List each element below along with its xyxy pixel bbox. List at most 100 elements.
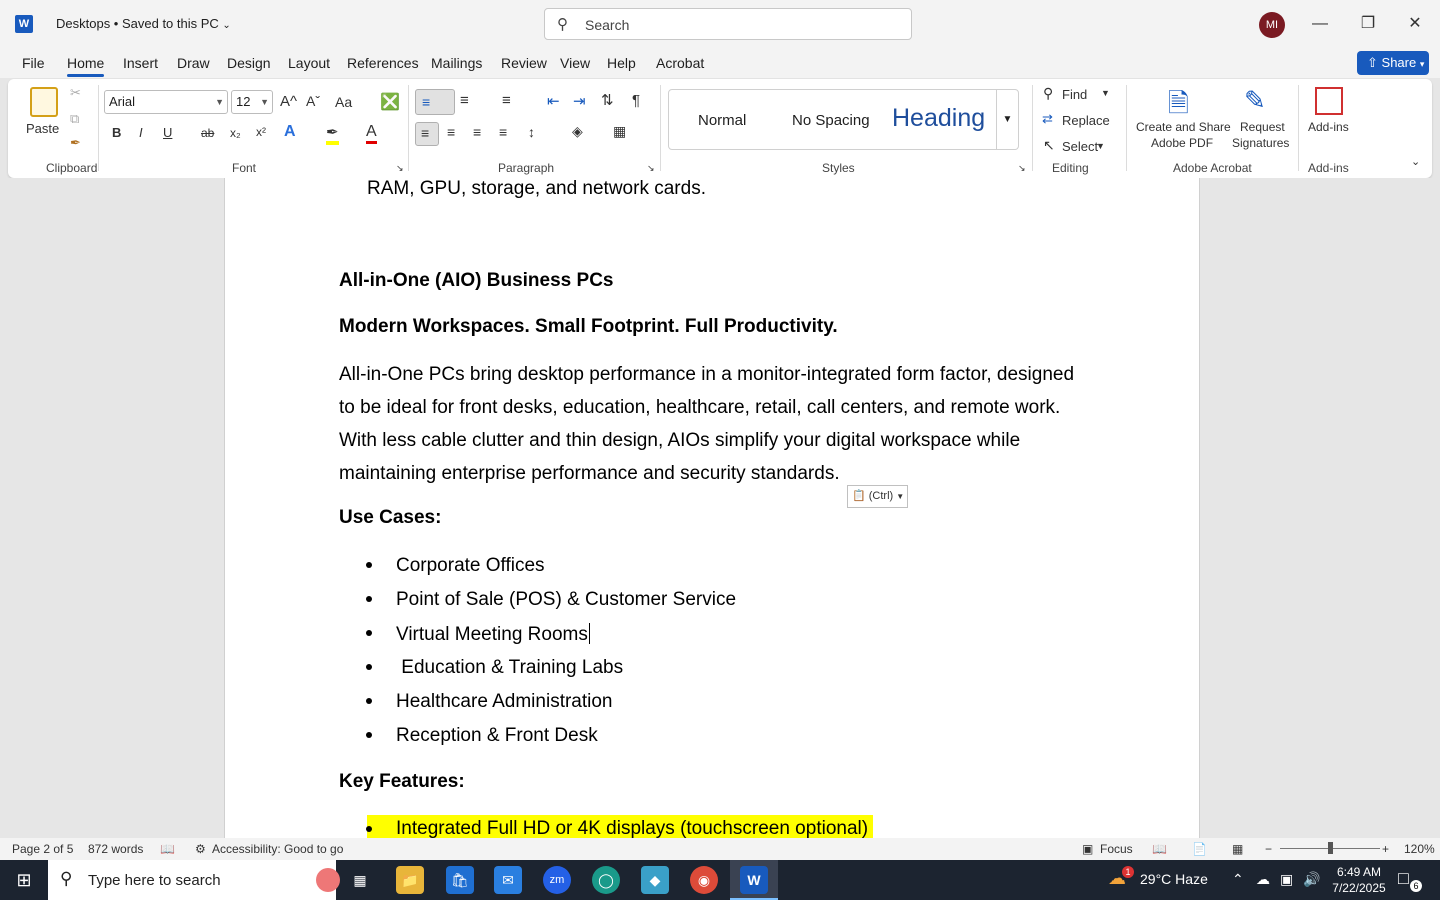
- tab-review[interactable]: Review: [501, 55, 547, 71]
- dialog-launcher-icon[interactable]: ↘: [1018, 163, 1026, 174]
- chevron-down-icon[interactable]: ▼: [1096, 141, 1105, 151]
- find-button[interactable]: Find: [1062, 87, 1087, 102]
- taskbar-search[interactable]: ⚲ Type here to search: [48, 860, 340, 900]
- minimize-button[interactable]: —: [1305, 10, 1335, 38]
- align-center-icon[interactable]: ≡: [447, 124, 455, 140]
- shading-icon[interactable]: ◈: [572, 123, 583, 140]
- tab-mailings[interactable]: Mailings: [431, 55, 482, 71]
- microsoft-store-icon[interactable]: 🛍: [446, 866, 474, 894]
- bold-button[interactable]: B: [112, 125, 121, 140]
- file-explorer-icon[interactable]: 📁: [396, 866, 424, 894]
- tab-layout[interactable]: Layout: [288, 55, 330, 71]
- multilevel-list-icon[interactable]: ≡: [502, 92, 511, 109]
- dialog-launcher-icon[interactable]: ↘: [396, 163, 404, 174]
- document-page[interactable]: RAM, GPU, storage, and network cards. Al…: [224, 178, 1200, 838]
- mail-icon[interactable]: ✉: [494, 866, 522, 894]
- numbered-list-icon[interactable]: ≡: [460, 92, 469, 109]
- chevron-up-icon[interactable]: ⌃: [1232, 871, 1244, 888]
- collapse-ribbon-icon[interactable]: ⌄: [1411, 155, 1420, 168]
- replace-button[interactable]: Replace: [1062, 113, 1110, 128]
- notification-icon[interactable]: □: [1398, 868, 1409, 889]
- font-color-button[interactable]: A: [366, 123, 377, 144]
- tab-references[interactable]: References: [347, 55, 419, 71]
- volume-icon[interactable]: 🔊: [1303, 871, 1320, 888]
- styles-more-icon[interactable]: ▼: [996, 90, 1018, 149]
- paste-icon[interactable]: [30, 87, 58, 117]
- style-no-spacing[interactable]: No Spacing: [792, 112, 870, 129]
- tab-home[interactable]: Home: [67, 55, 105, 77]
- zoom-in-button[interactable]: +: [1382, 842, 1389, 856]
- read-mode-icon[interactable]: 📖: [1152, 842, 1167, 856]
- request-label[interactable]: Request: [1240, 120, 1285, 134]
- tab-design[interactable]: Design: [227, 55, 271, 71]
- close-button[interactable]: ✕: [1400, 10, 1430, 38]
- style-heading[interactable]: Heading: [892, 104, 985, 133]
- decrease-indent-icon[interactable]: ⇤: [547, 92, 560, 110]
- justify-icon[interactable]: ≡: [499, 124, 507, 140]
- zoom-out-button[interactable]: −: [1265, 842, 1272, 856]
- font-size-dropdown[interactable]: 12 ▼: [231, 90, 273, 114]
- edge-browser-icon[interactable]: ◯: [592, 866, 620, 894]
- network-icon[interactable]: ▣: [1280, 871, 1293, 888]
- change-case-button[interactable]: Aa: [335, 94, 352, 110]
- style-normal[interactable]: Normal: [698, 112, 746, 129]
- account-avatar[interactable]: MI: [1259, 12, 1285, 38]
- windows-start-icon[interactable]: ⊞: [10, 866, 38, 894]
- app-diamond-icon[interactable]: ◆: [641, 866, 669, 894]
- adobe-pdf-label[interactable]: Adobe PDF: [1151, 136, 1213, 150]
- taskbar-active-app[interactable]: W: [730, 860, 778, 900]
- format-painter-icon[interactable]: ✒: [70, 135, 81, 151]
- paste-options-button[interactable]: 📋 (Ctrl) ▼: [847, 485, 908, 508]
- copy-icon[interactable]: ⧉: [70, 111, 79, 127]
- focus-button[interactable]: Focus: [1100, 842, 1133, 856]
- onedrive-icon[interactable]: ☁: [1256, 871, 1270, 888]
- font-name-dropdown[interactable]: Arial ▼: [104, 90, 228, 114]
- print-layout-icon[interactable]: 📄: [1192, 842, 1207, 856]
- zoom-app-icon[interactable]: zm: [543, 866, 571, 894]
- align-right-icon[interactable]: ≡: [473, 124, 481, 140]
- page-count[interactable]: Page 2 of 5: [12, 842, 73, 856]
- document-title[interactable]: Desktops • Saved to this PC ⌄: [56, 16, 231, 31]
- dialog-launcher-icon[interactable]: ↘: [647, 163, 655, 174]
- create-share-label[interactable]: Create and Share: [1136, 120, 1231, 134]
- tab-acrobat[interactable]: Acrobat: [656, 55, 704, 71]
- proofing-icon[interactable]: 📖: [160, 842, 175, 856]
- sort-icon[interactable]: ⇅: [601, 91, 614, 109]
- bullets-button[interactable]: ≡: [415, 89, 455, 115]
- weather-text[interactable]: 29°C Haze: [1140, 871, 1208, 887]
- show-formatting-button[interactable]: ¶: [632, 92, 640, 109]
- borders-icon[interactable]: ▦: [613, 123, 626, 140]
- zoom-level[interactable]: 120%: [1404, 842, 1435, 856]
- cut-icon[interactable]: ✂: [70, 85, 81, 101]
- highlight-color-button[interactable]: ✒: [326, 123, 339, 145]
- clear-formatting-icon[interactable]: ❎: [380, 92, 400, 112]
- align-left-button[interactable]: ≡: [415, 122, 439, 146]
- superscript-button[interactable]: x²: [256, 125, 266, 139]
- subscript-button[interactable]: x₂: [230, 126, 241, 140]
- share-button[interactable]: ⇧ Share ▾: [1357, 51, 1429, 75]
- grow-font-button[interactable]: A^: [280, 93, 297, 110]
- tab-insert[interactable]: Insert: [123, 55, 158, 71]
- search-box[interactable]: ⚲ Search: [544, 8, 912, 40]
- tab-file[interactable]: File: [22, 55, 45, 71]
- shrink-font-button[interactable]: Aˇ: [306, 93, 320, 109]
- tab-draw[interactable]: Draw: [177, 55, 210, 71]
- italic-button[interactable]: I: [139, 125, 143, 140]
- underline-button[interactable]: U: [163, 125, 172, 140]
- task-view-icon[interactable]: ▦: [346, 866, 374, 894]
- tab-help[interactable]: Help: [607, 55, 636, 71]
- paste-button[interactable]: Paste: [26, 121, 59, 136]
- web-layout-icon[interactable]: ▦: [1232, 842, 1243, 856]
- text-effects-button[interactable]: A: [284, 123, 296, 141]
- select-button[interactable]: Select: [1062, 139, 1098, 154]
- restore-button[interactable]: ❐: [1353, 10, 1383, 38]
- increase-indent-icon[interactable]: ⇥: [573, 92, 586, 110]
- word-count[interactable]: 872 words: [88, 842, 143, 856]
- add-ins-button[interactable]: Add-ins: [1308, 120, 1349, 134]
- signatures-label[interactable]: Signatures: [1232, 136, 1289, 150]
- strikethrough-button[interactable]: ab: [201, 126, 214, 140]
- accessibility-status[interactable]: Accessibility: Good to go: [212, 842, 343, 856]
- chrome-browser-icon[interactable]: ◉: [690, 866, 718, 894]
- line-spacing-icon[interactable]: ↕: [528, 124, 535, 140]
- chevron-down-icon[interactable]: ▼: [1101, 88, 1110, 98]
